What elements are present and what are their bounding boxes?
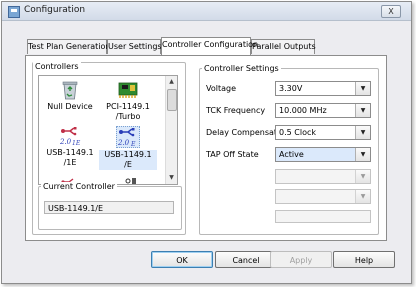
ok-button[interactable]: OK (151, 251, 213, 268)
window-app-icon (8, 6, 20, 18)
tab-controller-configuration[interactable]: Controller Configuration (161, 37, 258, 55)
cancel-button[interactable]: Cancel (215, 251, 277, 268)
tck-frequency-select[interactable]: 10.000 MHz ▼ (275, 103, 371, 118)
controller-item-label: Null Device (47, 102, 93, 111)
controller-item-null-device[interactable]: Null Device (41, 80, 99, 112)
tap-off-state-label: TAP Off State (206, 150, 259, 159)
chevron-down-icon[interactable]: ▼ (355, 82, 370, 95)
title-bar: Configuration X (2, 2, 411, 21)
scroll-up-arrow-icon[interactable]: ▲ (167, 77, 176, 86)
controller-item-label: USB-1149.1 (99, 150, 157, 160)
voltage-value: 3.30V (279, 84, 303, 93)
tck-frequency-value: 10.000 MHz (279, 106, 327, 115)
disabled-textbox (275, 210, 371, 223)
controller-configuration-panel: Controllers Null Device PCI-1149.1 /Turb… (25, 55, 387, 241)
controller-item-usb-1e[interactable]: 2.0 1E USB-1149.1 /1E (41, 126, 99, 168)
controller-item-usb-e[interactable]: 2.0 E USB-1149.1 /E (99, 126, 157, 170)
voltage-label: Voltage (206, 84, 237, 93)
apply-button[interactable]: Apply (270, 251, 332, 268)
controller-item-sublabel: /1E (63, 158, 77, 167)
configuration-window: Configuration X Test Plan Generation Use… (1, 1, 412, 284)
chevron-down-icon: ▼ (355, 190, 370, 203)
usb-badge-text: 2.0 (59, 138, 72, 146)
controller-item-sublabel: /E (99, 160, 157, 170)
tap-off-state-select[interactable]: Active ▼ (275, 147, 371, 162)
controllers-list[interactable]: Null Device PCI-1149.1 /Turbo 2.0 1E USB… (38, 75, 178, 185)
usb-badge-sub: 1E (72, 140, 81, 146)
pci-card-icon (117, 80, 139, 100)
usb-badge-text: 2.0 (117, 139, 130, 147)
controllers-group-label: Controllers (33, 62, 81, 71)
recycle-bin-icon (59, 80, 81, 100)
tck-frequency-label: TCK Frequency (206, 106, 266, 115)
scroll-thumb[interactable] (167, 89, 177, 111)
tab-user-settings[interactable]: User Settings (107, 39, 162, 54)
current-controller-group: Current Controller USB-1149.1/E (38, 182, 182, 230)
controller-settings-label: Controller Settings (202, 64, 281, 73)
controller-item-pci-turbo[interactable]: PCI-1149.1 /Turbo (99, 80, 157, 122)
tap-off-state-value: Active (279, 150, 304, 159)
window-title: Configuration (24, 5, 86, 15)
chevron-down-icon[interactable]: ▼ (355, 104, 370, 117)
controller-settings-group: Controller Settings Voltage 3.30V ▼ TCK … (199, 64, 379, 235)
chevron-down-icon[interactable]: ▼ (355, 126, 370, 139)
chevron-down-icon[interactable]: ▼ (355, 148, 370, 161)
close-button[interactable]: X (381, 5, 401, 18)
controllers-group: Controllers Null Device PCI-1149.1 /Turb… (32, 62, 186, 235)
current-controller-field: USB-1149.1/E (44, 201, 174, 214)
voltage-select[interactable]: 3.30V ▼ (275, 81, 371, 96)
controller-item-label: PCI-1149.1 (106, 102, 150, 111)
delay-compensation-select[interactable]: 0.5 Clock ▼ (275, 125, 371, 140)
controllers-scrollbar[interactable]: ▲ ▼ (165, 76, 177, 184)
tab-parallel-outputs[interactable]: Parallel Outputs (251, 39, 316, 54)
controller-item-label: USB-1149.1 (46, 148, 94, 157)
usb-icon: 2.0 1E (59, 126, 81, 147)
scroll-down-arrow-icon[interactable]: ▼ (167, 173, 176, 182)
tab-test-plan-generation[interactable]: Test Plan Generation (27, 39, 111, 54)
chevron-down-icon: ▼ (355, 170, 370, 183)
disabled-select-1: ▼ (275, 169, 371, 184)
delay-compensation-value: 0.5 Clock (279, 128, 316, 137)
device-icon-partial (124, 176, 138, 184)
current-controller-label: Current Controller (41, 182, 117, 191)
disabled-select-2: ▼ (275, 189, 371, 204)
help-button[interactable]: Help (333, 251, 395, 268)
usb-badge-sub: E (130, 141, 136, 147)
controller-item-sublabel: /Turbo (115, 112, 141, 121)
usb-icon: 2.0 E (116, 126, 140, 148)
